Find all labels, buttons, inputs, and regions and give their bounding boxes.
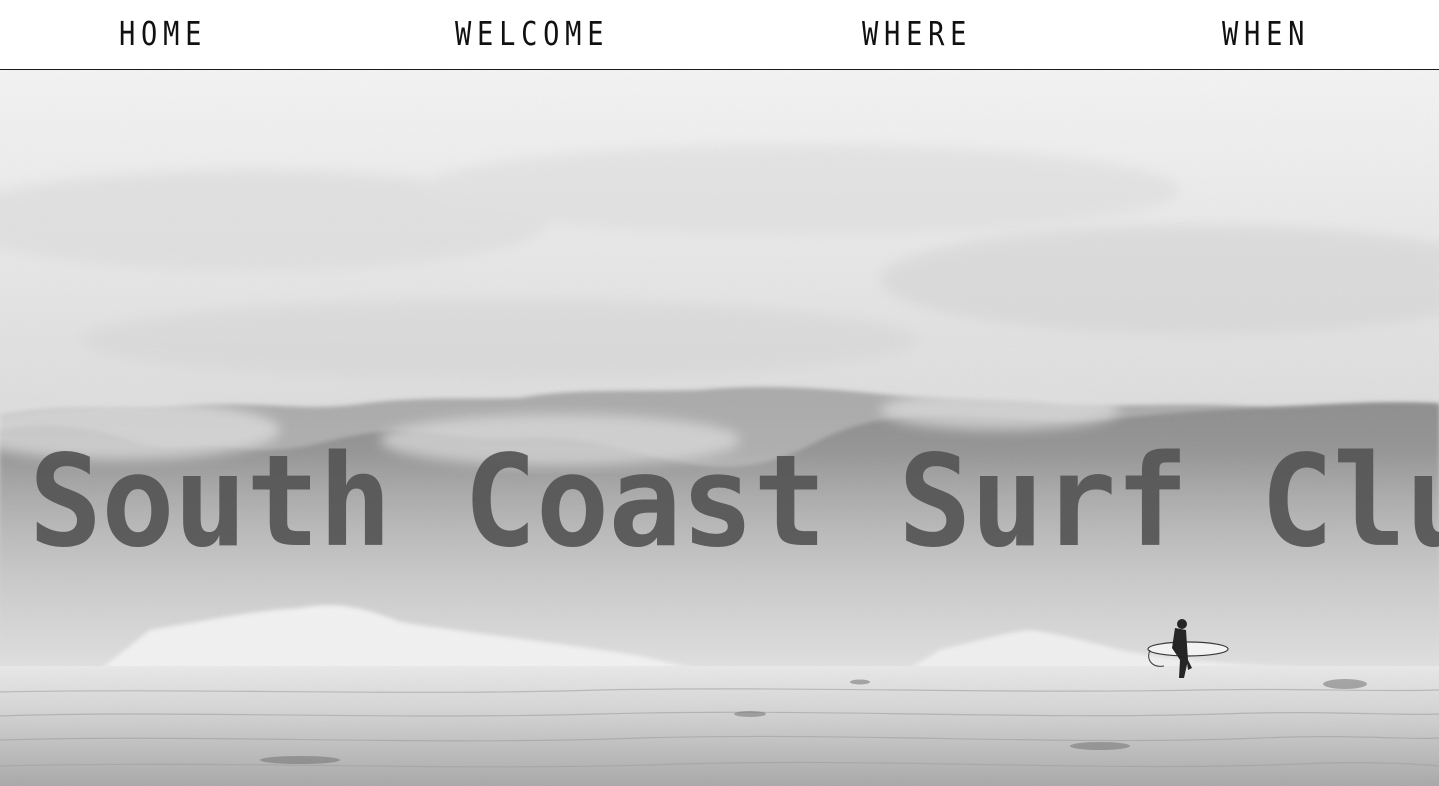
hero-section: South Coast Surf Club <box>0 70 1439 786</box>
nav-when-link[interactable]: WHEN <box>1222 0 1310 69</box>
nav-welcome-link[interactable]: WELCOME <box>455 0 609 69</box>
hero-title: South Coast Surf Club <box>28 427 1439 575</box>
nav-home-link[interactable]: HOME <box>119 0 207 69</box>
top-navigation: HOME WELCOME WHERE WHEN <box>0 0 1439 70</box>
nav-where-link[interactable]: WHERE <box>862 0 972 69</box>
